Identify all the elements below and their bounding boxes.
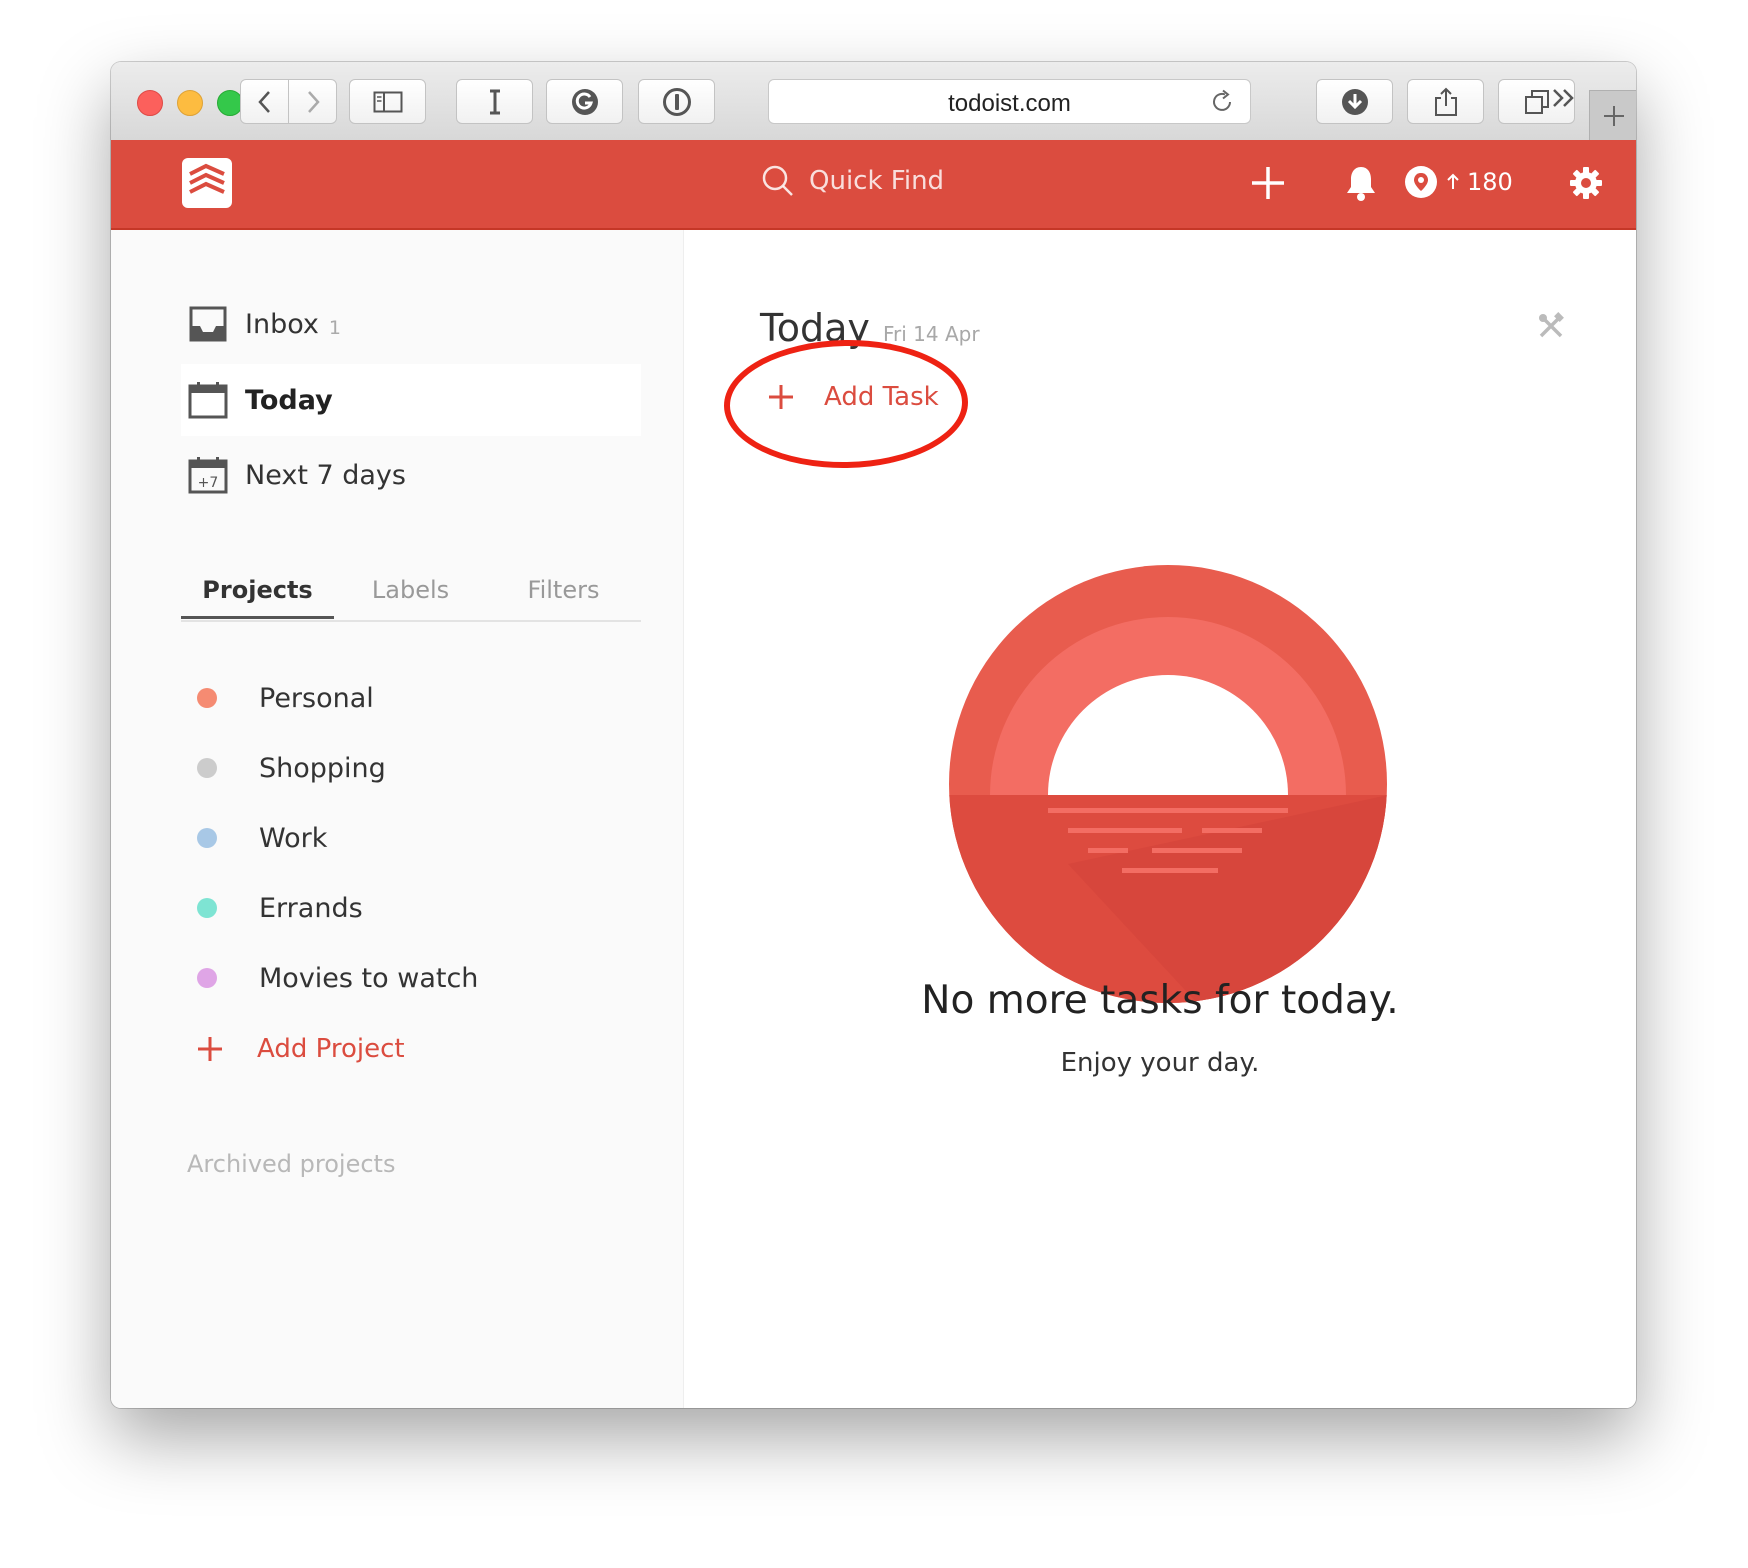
url-text: todoist.com — [948, 90, 1071, 117]
share-button[interactable] — [1407, 79, 1484, 124]
project-label: Errands — [259, 892, 363, 924]
downloads-button[interactable] — [1316, 79, 1393, 124]
forward-icon — [307, 90, 320, 113]
back-icon — [257, 90, 270, 113]
project-color-dot — [197, 758, 217, 778]
browser-toolbar: todoist.com — [111, 62, 1636, 141]
project-personal[interactable]: Personal — [197, 678, 374, 718]
search-icon — [762, 165, 793, 196]
sidebar-toggle-button[interactable] — [349, 79, 426, 124]
inbox-label: Inbox — [245, 308, 319, 340]
sidebar: Inbox 1 Today +7 Next 7 days Projects La… — [111, 230, 684, 1408]
plus-icon — [198, 1037, 222, 1061]
tab-filters[interactable]: Filters — [487, 572, 640, 620]
reload-icon[interactable] — [1210, 89, 1236, 115]
sidebar-icon — [373, 91, 402, 112]
today-label: Today — [245, 384, 333, 416]
add-project-label: Add Project — [257, 1034, 405, 1064]
back-button[interactable] — [240, 79, 289, 124]
tabs-icon — [1524, 89, 1549, 114]
onepassword-button[interactable] — [638, 79, 715, 124]
new-tab-icon — [1603, 106, 1624, 126]
forward-button[interactable] — [288, 79, 337, 124]
add-task-button[interactable]: Add Task — [768, 382, 939, 412]
close-window-button[interactable] — [137, 90, 163, 116]
project-label: Shopping — [259, 752, 386, 784]
project-color-dot — [197, 688, 217, 708]
quick-find-search[interactable]: Quick Find — [761, 164, 944, 198]
minimize-window-button[interactable] — [177, 90, 203, 116]
main-content: Today Fri 14 Apr Add Task No more tasks … — [684, 230, 1636, 1408]
inbox-icon — [187, 303, 229, 345]
project-errands[interactable]: Errands — [197, 888, 363, 928]
download-icon — [1341, 88, 1368, 115]
sidebar-item-today[interactable]: Today — [181, 364, 641, 436]
tab-labels[interactable]: Labels — [334, 572, 487, 620]
browser-window: todoist.com Quick Find 180 Inbox 1 Today… — [111, 62, 1636, 1408]
empty-state-title: No more tasks for today. — [921, 978, 1399, 1023]
gear-icon — [1570, 167, 1602, 199]
tab-projects[interactable]: Projects — [181, 572, 334, 619]
calendar-icon — [187, 379, 229, 421]
notifications-button[interactable] — [1344, 164, 1378, 206]
karma-value: 180 — [1467, 168, 1513, 196]
archived-projects-link[interactable]: Archived projects — [187, 1150, 395, 1178]
empty-state-subtitle: Enjoy your day. — [1060, 1048, 1260, 1078]
grammarly-icon — [571, 88, 598, 115]
view-options-button[interactable] — [1537, 312, 1565, 344]
more-toolbar-button[interactable] — [1551, 86, 1577, 114]
todoist-logo[interactable] — [182, 158, 232, 208]
text-cursor-button[interactable] — [456, 79, 533, 124]
inbox-count: 1 — [328, 317, 341, 339]
project-label: Personal — [259, 682, 374, 714]
karma-icon — [1405, 166, 1437, 198]
plus-icon — [1252, 167, 1284, 199]
page-date: Fri 14 Apr — [883, 322, 980, 346]
project-shopping[interactable]: Shopping — [197, 748, 386, 788]
sidebar-tabs: Projects Labels Filters — [181, 572, 641, 622]
sidebar-item-next-7-days[interactable]: +7 Next 7 days — [181, 439, 641, 511]
svg-text:+7: +7 — [198, 475, 219, 491]
calendar-plus7-icon: +7 — [187, 454, 229, 496]
project-label: Movies to watch — [259, 962, 479, 994]
settings-button[interactable] — [1569, 166, 1603, 204]
add-task-label: Add Task — [824, 382, 939, 412]
project-color-dot — [197, 828, 217, 848]
share-icon — [1434, 87, 1457, 116]
project-movies-to-watch[interactable]: Movies to watch — [197, 958, 478, 998]
sidebar-item-inbox[interactable]: Inbox 1 — [181, 288, 641, 360]
karma-button[interactable]: 180 — [1403, 164, 1513, 200]
bell-icon — [1347, 167, 1375, 201]
tools-icon — [1539, 312, 1564, 338]
sunset-illustration — [949, 565, 1387, 1003]
todoist-logo-icon — [189, 163, 225, 194]
new-tab-button[interactable] — [1589, 90, 1636, 141]
app-header: Quick Find 180 — [111, 140, 1636, 230]
arrow-up-icon — [1447, 173, 1459, 189]
quick-add-button[interactable] — [1249, 164, 1287, 206]
project-color-dot — [197, 968, 217, 988]
onepassword-icon — [662, 87, 691, 116]
quick-find-placeholder: Quick Find — [809, 166, 945, 196]
text-cursor-icon — [489, 89, 500, 114]
project-color-dot — [197, 898, 217, 918]
next-7-days-label: Next 7 days — [245, 459, 406, 491]
address-bar[interactable]: todoist.com — [768, 79, 1251, 124]
chevrons-icon — [1553, 89, 1574, 107]
add-project-button[interactable]: Add Project — [197, 1034, 405, 1064]
project-label: Work — [259, 822, 328, 854]
grammarly-button[interactable] — [546, 79, 623, 124]
plus-icon — [769, 385, 793, 409]
project-work[interactable]: Work — [197, 818, 327, 858]
